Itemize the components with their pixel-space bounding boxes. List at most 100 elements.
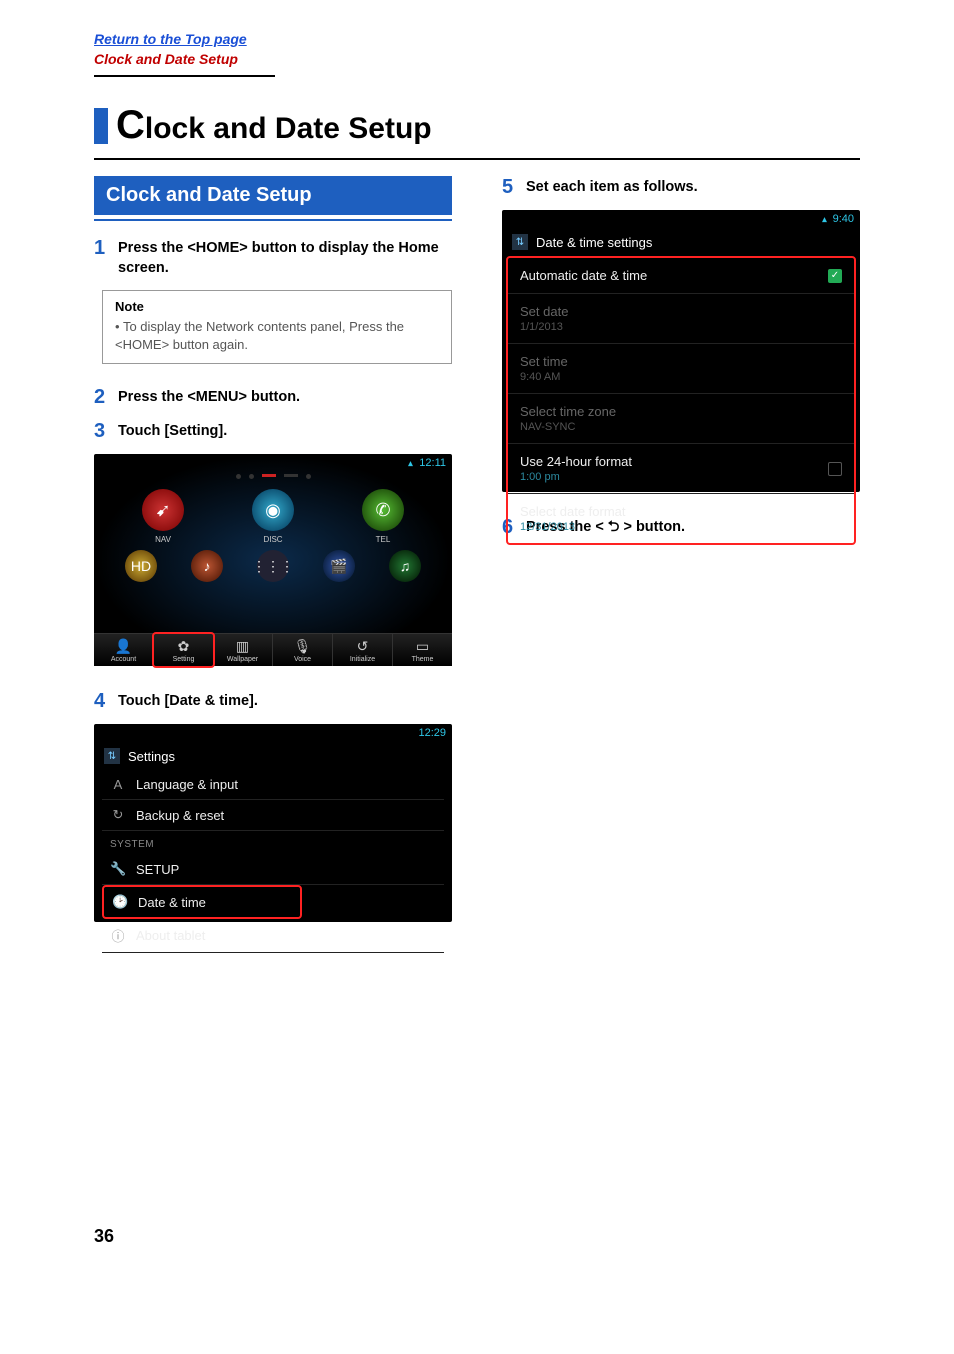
home-screen-screenshot: 12:11 ➹ NAV ◉ DISC ✆ TEL HD — [94, 454, 452, 666]
step-number: 5 — [502, 176, 520, 198]
theme-button[interactable]: ▭ Theme — [393, 634, 452, 666]
bottom-label: Voice — [294, 656, 311, 663]
breadcrumb-top-link[interactable]: Return to the Top page — [94, 30, 860, 50]
mic-icon: 🎙 — [273, 638, 332, 655]
breadcrumb-underline — [94, 75, 275, 77]
step-number: 3 — [94, 420, 112, 442]
automatic-date-time-row[interactable]: Automatic date & time ✓ — [508, 258, 854, 294]
row-label: Automatic date & time — [520, 268, 647, 283]
set-date-row[interactable]: Set date 1/1/2013 — [508, 294, 854, 344]
tuner-icon[interactable]: ♪ — [191, 550, 223, 582]
status-time: 12:11 — [419, 457, 446, 469]
language-input-row[interactable]: A Language & input — [102, 770, 444, 800]
date-time-title: Date & time settings — [536, 235, 652, 250]
system-section-label: SYSTEM — [102, 831, 444, 854]
page-title-rest: lock and Date Setup — [145, 112, 432, 145]
step-3: 3 Touch [Setting]. — [94, 420, 452, 442]
date-time-header[interactable]: ⇅ Date & time settings — [502, 228, 860, 256]
row-label: Set time — [520, 354, 568, 369]
step-2: 2 Press the <MENU> button. — [94, 386, 452, 408]
back-icon: ⇅ — [512, 234, 528, 250]
backup-icon: ↻ — [110, 807, 126, 823]
select-time-zone-row[interactable]: Select time zone NAV-SYNC — [508, 394, 854, 444]
about-tablet-row[interactable]: ⓘ About tablet — [102, 919, 444, 953]
apps-grid-icon[interactable]: ⋮⋮⋮ — [257, 550, 289, 582]
bottom-label: Theme — [412, 656, 434, 663]
wifi-icon — [822, 213, 827, 225]
use-24-hour-row[interactable]: Use 24-hour format 1:00 pm — [508, 444, 854, 494]
reset-icon: ↺ — [333, 638, 392, 655]
checkbox-checked-icon[interactable]: ✓ — [828, 269, 842, 283]
settings-screenshot: 12:29 ⇅ Settings A Language & input ↻ Ba… — [94, 724, 452, 922]
step-text: Press the <HOME> button to display the H… — [118, 237, 452, 278]
account-button[interactable]: 👤 Account — [94, 634, 154, 666]
music-icon[interactable]: ♫ — [389, 550, 421, 582]
hd-icon[interactable]: HD — [125, 550, 157, 582]
voice-button[interactable]: 🎙 Voice — [273, 634, 333, 666]
row-label: Backup & reset — [136, 808, 224, 823]
info-icon: ⓘ — [110, 926, 126, 945]
disc-icon: ◉ — [252, 489, 294, 531]
row-label: About tablet — [136, 928, 205, 943]
set-time-row[interactable]: Set time 9:40 AM — [508, 344, 854, 394]
compass-icon: ➹ — [142, 489, 184, 531]
row-label: Language & input — [136, 777, 238, 792]
person-icon: 👤 — [94, 638, 153, 655]
movie-icon[interactable]: 🎬 — [323, 550, 355, 582]
phone-icon: ✆ — [362, 489, 404, 531]
status-time: 9:40 — [833, 213, 854, 225]
step-4: 4 Touch [Date & time]. — [94, 690, 452, 712]
theme-icon: ▭ — [393, 638, 452, 655]
title-accent-bar — [94, 108, 108, 144]
row-sublabel: NAV-SYNC — [520, 421, 616, 433]
step-text: Touch [Setting]. — [118, 420, 227, 442]
setting-button[interactable]: ✿ Setting — [152, 632, 215, 668]
step-1: 1 Press the <HOME> button to display the… — [94, 237, 452, 278]
page-indicator — [94, 472, 452, 485]
note-body: To display the Network contents panel, P… — [115, 318, 439, 353]
note-box: Note To display the Network contents pan… — [102, 290, 452, 364]
step-number: 2 — [94, 386, 112, 408]
page-number: 36 — [94, 1226, 860, 1247]
title-rule — [94, 158, 860, 160]
row-sublabel: 1:00 pm — [520, 471, 632, 483]
backup-reset-row[interactable]: ↻ Backup & reset — [102, 800, 444, 831]
section-underline — [94, 219, 452, 221]
select-date-format-row[interactable]: Select date format 12/31/2013 — [508, 494, 854, 543]
bottom-label: Wallpaper — [227, 656, 258, 663]
nav-app-icon[interactable]: ➹ NAV — [133, 489, 193, 544]
step-text: Set each item as follows. — [526, 176, 698, 198]
bottom-label: Setting — [173, 656, 195, 663]
step-number: 4 — [94, 690, 112, 712]
page-title-first-letter: C — [116, 103, 145, 147]
settings-title: Settings — [128, 749, 175, 764]
bottom-toolbar: 👤 Account ✿ Setting ▥ Wallpaper 🎙 Voice … — [94, 633, 452, 666]
disc-app-icon[interactable]: ◉ DISC — [243, 489, 303, 544]
date-time-row[interactable]: 🕑 Date & time — [102, 885, 302, 919]
icon-label: NAV — [133, 535, 193, 544]
gear-icon: ✿ — [154, 638, 213, 655]
tel-app-icon[interactable]: ✆ TEL — [353, 489, 413, 544]
row-label: SETUP — [136, 862, 179, 877]
wallpaper-button[interactable]: ▥ Wallpaper — [213, 634, 273, 666]
row-sublabel: 9:40 AM — [520, 371, 568, 383]
page-title: Clock and Date Setup — [94, 103, 860, 148]
setup-row[interactable]: 🔧 SETUP — [102, 854, 444, 885]
row-sublabel: 1/1/2013 — [520, 321, 568, 333]
icon-label: DISC — [243, 535, 303, 544]
checkbox-unchecked-icon[interactable] — [828, 462, 842, 476]
date-time-highlight-box: Automatic date & time ✓ Set date 1/1/201… — [506, 256, 856, 545]
row-label: Use 24-hour format — [520, 454, 632, 469]
settings-header[interactable]: ⇅ Settings — [94, 742, 452, 770]
icon-label: TEL — [353, 535, 413, 544]
wifi-icon — [408, 457, 413, 469]
wallpaper-icon: ▥ — [213, 638, 272, 655]
row-label: Date & time — [138, 895, 206, 910]
row-label: Set date — [520, 304, 568, 319]
row-label: Select time zone — [520, 404, 616, 419]
back-icon: ⇅ — [104, 748, 120, 764]
row-label: Select date format — [520, 504, 626, 519]
initialize-button[interactable]: ↺ Initialize — [333, 634, 393, 666]
keyboard-icon: A — [110, 777, 126, 792]
step-number: 1 — [94, 237, 112, 259]
